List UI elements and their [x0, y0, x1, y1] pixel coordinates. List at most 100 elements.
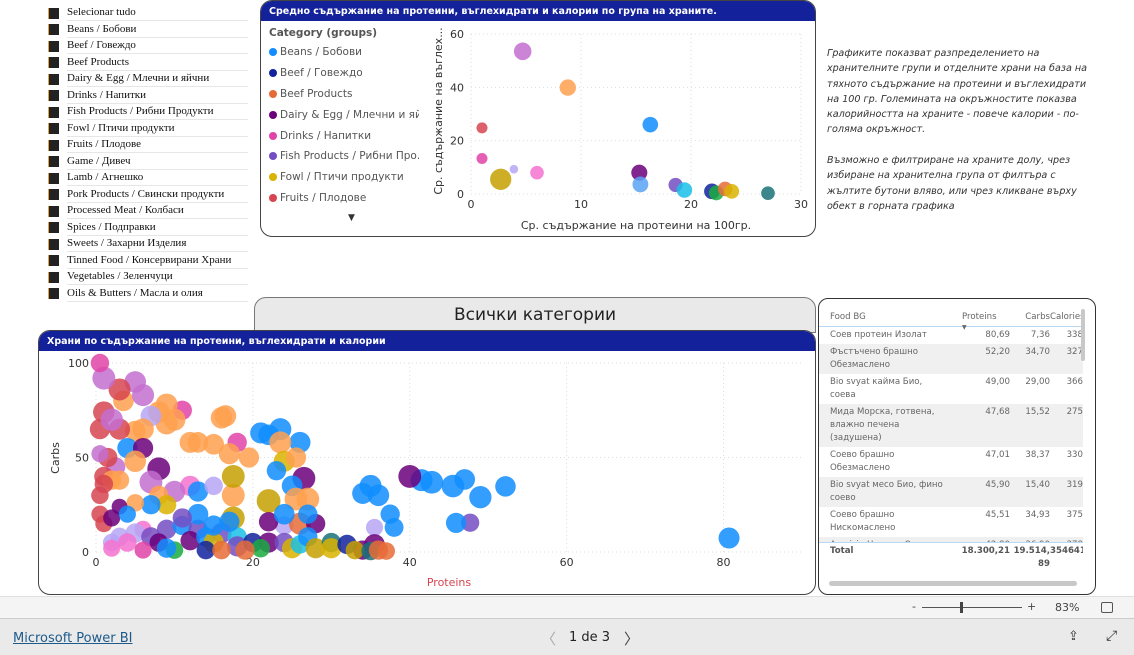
- slicer-item[interactable]: Spices / Подправки: [48, 220, 248, 237]
- data-bubble[interactable]: [266, 461, 287, 481]
- table-row[interactable]: Bio svyat кайма Био, соева 49,00 29,00 366: [819, 374, 1083, 404]
- legend-item[interactable]: Dairy & Egg / Млечни и яй...: [269, 104, 419, 125]
- all-categories-button[interactable]: Всички категории: [254, 297, 816, 333]
- legend-item[interactable]: Drinks / Напитки: [269, 125, 419, 146]
- legend-item[interactable]: Fish Products / Рибни Про...: [269, 146, 419, 167]
- next-page-icon[interactable]: 〉: [624, 628, 639, 649]
- legend-item[interactable]: Beans / Бобови: [269, 42, 419, 63]
- slicer-item[interactable]: Tinned Food / Консервирани Храни: [48, 253, 248, 270]
- data-bubble[interactable]: [761, 186, 775, 201]
- checkbox-icon[interactable]: [48, 106, 59, 118]
- zoom-slider-handle[interactable]: [960, 602, 963, 613]
- slicer-item[interactable]: Pork Products / Свински продукти: [48, 187, 248, 204]
- checkbox-icon[interactable]: [48, 288, 59, 300]
- checkbox-icon[interactable]: [48, 57, 59, 69]
- data-bubble[interactable]: [91, 486, 109, 505]
- data-bubble[interactable]: [100, 408, 123, 431]
- checkbox-icon[interactable]: [48, 172, 59, 184]
- data-bubble[interactable]: [509, 164, 519, 174]
- slicer-item[interactable]: Selecionar tudo: [48, 5, 248, 22]
- data-bubble[interactable]: [219, 511, 240, 532]
- data-bubble[interactable]: [235, 540, 255, 560]
- data-bubble[interactable]: [365, 518, 384, 536]
- slicer-item[interactable]: Game / Дивеч: [48, 154, 248, 171]
- data-bubble[interactable]: [377, 542, 396, 560]
- data-bubble[interactable]: [559, 79, 576, 96]
- col-header-proteins[interactable]: Proteins ▼: [947, 309, 1010, 331]
- zoom-out-button[interactable]: -: [912, 600, 916, 613]
- slicer-item[interactable]: Dairy & Egg / Млечни и яйчни: [48, 71, 248, 88]
- slicer-item[interactable]: Sweets / Захарни Изделия: [48, 236, 248, 253]
- data-bubble[interactable]: [718, 527, 740, 549]
- zoom-in-button[interactable]: +: [1027, 600, 1036, 613]
- slicer-item[interactable]: Vegetables / Зеленчуци: [48, 269, 248, 286]
- table-row[interactable]: Соево брашно Нискомаслено 45,51 34,93 375: [819, 507, 1083, 537]
- data-bubble[interactable]: [398, 464, 422, 488]
- data-bubble[interactable]: [141, 495, 161, 515]
- data-bubble[interactable]: [724, 183, 740, 199]
- data-bubble[interactable]: [352, 482, 374, 504]
- checkbox-icon[interactable]: [48, 156, 59, 168]
- checkbox-icon[interactable]: [48, 222, 59, 234]
- checkbox-icon[interactable]: [48, 139, 59, 151]
- slicer-item[interactable]: Fruits / Плодове: [48, 137, 248, 154]
- checkbox-icon[interactable]: [48, 238, 59, 250]
- data-bubble[interactable]: [384, 517, 404, 537]
- checkbox-icon[interactable]: [48, 255, 59, 267]
- slicer-item[interactable]: Drinks / Напитки: [48, 88, 248, 105]
- data-bubble[interactable]: [469, 486, 492, 509]
- data-bubble[interactable]: [90, 353, 110, 373]
- data-bubble[interactable]: [218, 443, 240, 465]
- table-row[interactable]: Bio svyat месо Био, фино соево 45,90 15,40…: [819, 477, 1083, 507]
- vertical-scrollbar[interactable]: [1081, 309, 1085, 361]
- data-bubble[interactable]: [118, 505, 136, 523]
- table-row[interactable]: Фъстъчено брашно Обезмаслено 52,20 34,70 32…: [819, 344, 1083, 374]
- table-row[interactable]: Соев протеин Изолат 80,69 7,36 338: [819, 327, 1083, 344]
- checkbox-icon[interactable]: [48, 7, 59, 19]
- data-bubble[interactable]: [513, 42, 532, 61]
- fullscreen-icon[interactable]: ⤢: [1106, 628, 1117, 644]
- checkbox-icon[interactable]: [48, 40, 59, 52]
- checkbox-icon[interactable]: [48, 189, 59, 201]
- table-row[interactable]: Соево брашно Обезмаслено 47,01 38,37 330: [819, 447, 1083, 477]
- legend-item[interactable]: Beef Products: [269, 84, 419, 105]
- data-bubble[interactable]: [298, 504, 318, 524]
- legend-item[interactable]: Fruits / Плодове: [269, 188, 419, 209]
- zoom-slider[interactable]: [922, 602, 1022, 613]
- slicer-item[interactable]: Fowl / Птичи продукти: [48, 121, 248, 138]
- checkbox-icon[interactable]: [48, 90, 59, 102]
- legend-item[interactable]: Fowl / Птичи продукти: [269, 167, 419, 188]
- data-bubble[interactable]: [196, 540, 216, 560]
- col-header-carbs[interactable]: Carbs: [1010, 309, 1050, 326]
- data-bubble[interactable]: [156, 538, 177, 558]
- slicer-item[interactable]: Processed Meat / Колбаси: [48, 203, 248, 220]
- legend-item[interactable]: Beef / Говеждо: [269, 63, 419, 84]
- data-bubble[interactable]: [345, 540, 365, 560]
- data-bubble[interactable]: [476, 122, 488, 134]
- data-bubble[interactable]: [179, 431, 201, 453]
- checkbox-icon[interactable]: [48, 205, 59, 217]
- data-bubble[interactable]: [103, 539, 121, 557]
- data-bubble[interactable]: [204, 476, 223, 496]
- data-bubble[interactable]: [118, 533, 137, 552]
- data-bubble[interactable]: [490, 168, 512, 190]
- fit-to-page-icon[interactable]: [1101, 602, 1113, 613]
- data-bubble[interactable]: [124, 450, 146, 473]
- col-header-food[interactable]: Food BG: [830, 309, 947, 326]
- data-bubble[interactable]: [530, 165, 544, 180]
- data-bubble[interactable]: [441, 474, 465, 498]
- prev-page-icon[interactable]: 〈: [541, 628, 556, 649]
- table-row[interactable]: Мида Морска, готвена, влажно печена (зад…: [819, 404, 1083, 447]
- slicer-item[interactable]: Beans / Бобови: [48, 22, 248, 39]
- data-bubble[interactable]: [285, 447, 307, 468]
- data-bubble[interactable]: [632, 176, 649, 193]
- data-bubble[interactable]: [476, 153, 488, 165]
- caret-down-icon[interactable]: ▼: [348, 213, 355, 223]
- table-row[interactable]: Amaizin Нудъли От42,8036,90378: [819, 537, 1083, 542]
- slicer-item[interactable]: Beef Products: [48, 55, 248, 72]
- data-bubble[interactable]: [214, 405, 237, 427]
- power-bi-link[interactable]: Microsoft Power BI: [13, 631, 132, 646]
- data-bubble[interactable]: [109, 470, 130, 490]
- data-bubble[interactable]: [445, 512, 467, 533]
- data-bubble[interactable]: [91, 445, 109, 463]
